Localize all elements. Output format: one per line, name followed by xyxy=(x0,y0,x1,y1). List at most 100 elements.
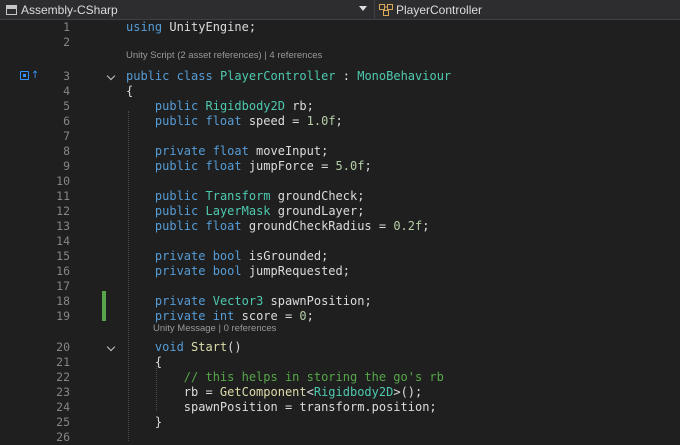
code-line[interactable]: 5 public Rigidbody2D rb; xyxy=(0,99,680,114)
code-line[interactable]: 6 public float speed = 1.0f; xyxy=(0,114,680,129)
code-token: Transform xyxy=(205,189,271,203)
line-number: 8 xyxy=(63,144,70,158)
line-number: 25 xyxy=(56,415,70,429)
class-dropdown-label: PlayerController xyxy=(396,2,483,17)
code-text[interactable]: spawnPosition = transform.position; xyxy=(126,400,437,415)
code-token: private xyxy=(154,294,206,308)
code-line[interactable]: 16 private bool jumpRequested; xyxy=(0,264,680,279)
chevron-down-icon[interactable] xyxy=(359,6,367,11)
code-token: Rigidbody2D xyxy=(313,385,394,399)
code-token: public xyxy=(154,189,199,203)
code-text[interactable]: private bool isGrounded; xyxy=(126,249,328,264)
code-line[interactable]: 4{ xyxy=(0,84,680,99)
code-token: Start xyxy=(191,340,228,354)
code-text[interactable]: { xyxy=(126,84,133,99)
class-dropdown[interactable]: PlayerController xyxy=(374,0,680,19)
code-token: void xyxy=(154,340,184,354)
line-number: 21 xyxy=(56,355,70,369)
code-token: spawnPosition = transform.position; xyxy=(126,400,437,414)
code-text[interactable]: // this helps in storing the go's rb xyxy=(126,370,444,385)
code-text[interactable]: public float groundCheckRadius = 0.2f; xyxy=(126,219,430,234)
code-text[interactable]: rb = GetComponent<Rigidbody2D>(); xyxy=(126,385,422,400)
code-text[interactable]: public float speed = 1.0f; xyxy=(126,114,343,129)
line-number: 19 xyxy=(56,309,70,323)
code-line[interactable]: 24 spawnPosition = transform.position; xyxy=(0,400,680,415)
line-number: 2 xyxy=(63,35,70,49)
line-number: 9 xyxy=(63,159,70,173)
code-line[interactable]: 22 // this helps in storing the go's rb xyxy=(0,370,680,385)
code-line[interactable]: 15 private bool isGrounded; xyxy=(0,249,680,264)
code-token: jumpRequested; xyxy=(241,264,350,278)
code-token: } xyxy=(126,415,163,429)
code-token: public float xyxy=(154,114,242,128)
code-line[interactable]: 13 public float groundCheckRadius = 0.2f… xyxy=(0,219,680,234)
code-token: public float xyxy=(154,159,242,173)
code-text[interactable]: public class PlayerController : MonoBeha… xyxy=(126,69,451,84)
code-token: using xyxy=(126,20,163,34)
code-line[interactable]: 8 private float moveInput; xyxy=(0,144,680,159)
code-token: spawnPosition; xyxy=(263,294,372,308)
code-line[interactable]: 14 xyxy=(0,234,680,249)
code-token: UnityEngine; xyxy=(162,20,257,34)
code-token: ; xyxy=(422,219,430,233)
start-codelens[interactable]: Unity Message | 0 references xyxy=(153,321,276,336)
code-line[interactable]: 11 public Transform groundCheck; xyxy=(0,189,680,204)
code-editor[interactable]: 1 using UnityEngine; 2 3 public class Player… xyxy=(0,20,680,444)
code-line[interactable]: 10 xyxy=(0,174,680,189)
code-token: () xyxy=(227,340,242,354)
code-token: isGrounded; xyxy=(241,249,329,263)
line-number: 26 xyxy=(56,430,70,444)
code-line[interactable]: 1 using UnityEngine; xyxy=(0,20,680,35)
project-dropdown[interactable]: Assembly-CSharp xyxy=(0,0,371,19)
code-text[interactable]: private bool jumpRequested; xyxy=(126,264,350,279)
code-line[interactable]: 26 xyxy=(0,430,680,445)
code-token: public class xyxy=(126,69,213,83)
code-text[interactable]: private Vector3 spawnPosition; xyxy=(126,294,372,309)
code-text[interactable]: { xyxy=(126,355,162,370)
code-text[interactable]: public float jumpForce = 5.0f; xyxy=(126,159,372,174)
fold-chevron-icon[interactable] xyxy=(106,342,116,352)
code-token: groundCheck; xyxy=(270,189,365,203)
code-token: 0 xyxy=(299,309,307,323)
code-line[interactable]: 12 public LayerMask groundLayer; xyxy=(0,204,680,219)
code-line[interactable]: 7 xyxy=(0,129,680,144)
code-text[interactable]: public Transform groundCheck; xyxy=(126,189,365,204)
fold-chevron-icon[interactable] xyxy=(106,71,116,81)
code-line[interactable]: 2 xyxy=(0,35,680,50)
code-line[interactable]: 9 public float jumpForce = 5.0f; xyxy=(0,159,680,174)
code-line[interactable]: 19 private int score = 0; xyxy=(0,309,680,324)
code-line[interactable]: 17 xyxy=(0,279,680,294)
code-line[interactable]: 21 { xyxy=(0,355,680,370)
up-arrow-icon[interactable]: ↑ xyxy=(31,69,39,83)
code-token: public float xyxy=(154,219,242,233)
code-line[interactable]: 25 } xyxy=(0,415,680,430)
code-token: public xyxy=(154,99,199,113)
line-number: 23 xyxy=(56,385,70,399)
code-line[interactable]: 20 void Start() xyxy=(0,340,680,355)
override-marker-icon[interactable] xyxy=(20,71,29,80)
code-text[interactable]: public Rigidbody2D rb; xyxy=(126,99,314,114)
code-text[interactable]: } xyxy=(126,415,162,430)
code-token: MonoBehaviour xyxy=(357,69,452,83)
code-line[interactable]: 18 private Vector3 spawnPosition; xyxy=(0,294,680,309)
code-line[interactable]: 23 rb = GetComponent<Rigidbody2D>(); xyxy=(0,385,680,400)
code-text[interactable]: public LayerMask groundLayer; xyxy=(126,204,365,219)
line-number: 17 xyxy=(56,279,70,293)
code-token: jumpForce = xyxy=(241,159,336,173)
code-token: speed = xyxy=(241,114,307,128)
code-text[interactable]: void Start() xyxy=(126,340,242,355)
code-token: LayerMask xyxy=(205,204,271,218)
line-number: 13 xyxy=(56,219,70,233)
class-codelens[interactable]: Unity Script (2 asset references) | 4 re… xyxy=(126,48,322,63)
code-text[interactable]: private float moveInput; xyxy=(126,144,328,159)
code-text[interactable]: using UnityEngine; xyxy=(126,20,256,35)
code-token: public xyxy=(154,204,199,218)
code-line[interactable]: 3 public class PlayerController : MonoBeh… xyxy=(0,69,680,84)
